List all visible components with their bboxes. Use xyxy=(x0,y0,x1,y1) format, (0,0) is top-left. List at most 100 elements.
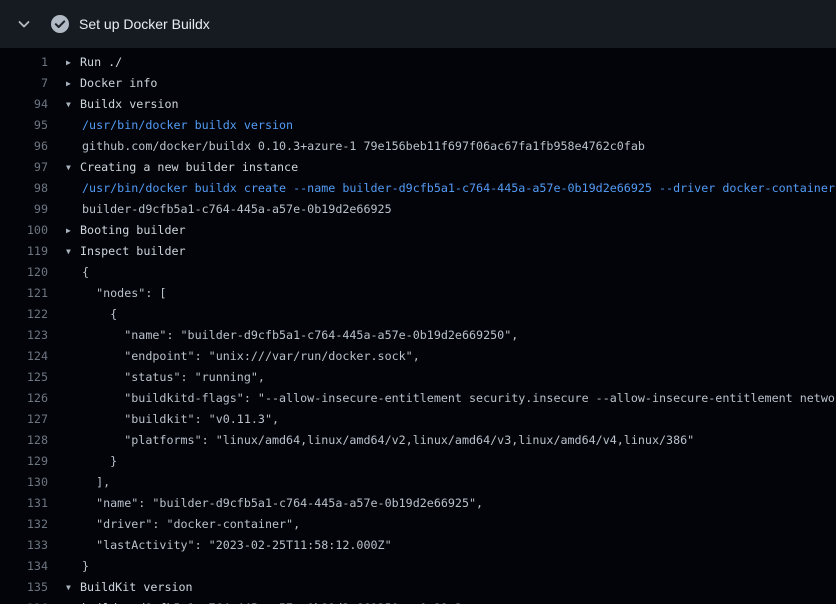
log-content: } xyxy=(66,451,117,472)
line-number-link[interactable]: 131 xyxy=(0,493,48,514)
log-content: "name": "builder-d9cfb5a1-c764-445a-a57e… xyxy=(66,493,483,514)
log-group-header[interactable]: ▶Run ./ xyxy=(66,52,122,73)
line-number-link[interactable]: 98 xyxy=(0,178,48,199)
log-command-text: /usr/bin/docker buildx version xyxy=(82,118,293,132)
step-title: Set up Docker Buildx xyxy=(79,16,210,32)
line-number-link[interactable]: 123 xyxy=(0,325,48,346)
log-viewer: 1▶Run ./7▶Docker info94▼Buildx version95… xyxy=(0,48,836,604)
log-output-text: "driver": "docker-container", xyxy=(82,517,300,531)
log-content: /usr/bin/docker buildx version xyxy=(66,115,293,136)
triangle-right-icon[interactable]: ▶ xyxy=(66,73,80,94)
log-output-text: } xyxy=(82,559,89,573)
log-line: 127 "buildkit": "v0.11.3", xyxy=(0,409,836,430)
log-group-header[interactable]: ▼Buildx version xyxy=(66,94,179,115)
line-number-link[interactable]: 120 xyxy=(0,262,48,283)
line-number-link[interactable]: 130 xyxy=(0,472,48,493)
log-content: "buildkitd-flags": "--allow-insecure-ent… xyxy=(66,388,836,409)
line-number-link[interactable]: 94 xyxy=(0,94,48,115)
triangle-down-icon[interactable]: ▼ xyxy=(66,157,80,178)
line-number-link[interactable]: 1 xyxy=(0,52,48,73)
log-line: 131 "name": "builder-d9cfb5a1-c764-445a-… xyxy=(0,493,836,514)
log-group-header[interactable]: ▶Docker info xyxy=(66,73,157,94)
log-content: { xyxy=(66,262,89,283)
log-content: } xyxy=(66,556,89,577)
log-output-text: "nodes": [ xyxy=(82,286,166,300)
line-number-link[interactable]: 122 xyxy=(0,304,48,325)
log-content: builder-d9cfb5a1-c764-445a-a57e-0b19d2e6… xyxy=(66,598,462,604)
triangle-right-icon[interactable]: ▶ xyxy=(66,220,80,241)
log-group-header[interactable]: ▼Creating a new builder instance xyxy=(66,157,298,178)
log-group-title: BuildKit version xyxy=(80,580,193,594)
log-group-title: Buildx version xyxy=(80,97,179,111)
log-group-header[interactable]: ▼BuildKit version xyxy=(66,577,193,598)
log-group-title: Docker info xyxy=(80,76,157,90)
log-line: 123 "name": "builder-d9cfb5a1-c764-445a-… xyxy=(0,325,836,346)
log-content: "platforms": "linux/amd64,linux/amd64/v2… xyxy=(66,430,694,451)
line-number-link[interactable]: 132 xyxy=(0,514,48,535)
line-number-link[interactable]: 124 xyxy=(0,346,48,367)
check-circle-icon xyxy=(50,14,70,34)
log-output-text: "buildkit": "v0.11.3", xyxy=(82,412,279,426)
log-group-title: Creating a new builder instance xyxy=(80,160,298,174)
log-content: "buildkit": "v0.11.3", xyxy=(66,409,279,430)
log-content: { xyxy=(66,304,117,325)
log-line: 97 ▼Creating a new builder instance xyxy=(0,157,836,178)
log-line: 99 builder-d9cfb5a1-c764-445a-a57e-0b19d2… xyxy=(0,199,836,220)
line-number-link[interactable]: 99 xyxy=(0,199,48,220)
line-number-link[interactable]: 134 xyxy=(0,556,48,577)
log-output-text: } xyxy=(82,454,117,468)
log-output-text: builder-d9cfb5a1-c764-445a-a57e-0b19d2e6… xyxy=(82,202,392,216)
triangle-down-icon[interactable]: ▼ xyxy=(66,577,80,598)
line-number-link[interactable]: 133 xyxy=(0,535,48,556)
log-command-text: /usr/bin/docker buildx create --name bui… xyxy=(82,181,835,195)
line-number-link[interactable]: 100 xyxy=(0,220,48,241)
line-number-link[interactable]: 95 xyxy=(0,115,48,136)
line-number-link[interactable]: 126 xyxy=(0,388,48,409)
log-output-text: "platforms": "linux/amd64,linux/amd64/v2… xyxy=(82,433,694,447)
line-number-link[interactable]: 127 xyxy=(0,409,48,430)
log-output-text: "name": "builder-d9cfb5a1-c764-445a-a57e… xyxy=(82,328,518,342)
triangle-down-icon[interactable]: ▼ xyxy=(66,241,80,262)
triangle-right-icon[interactable]: ▶ xyxy=(66,52,80,73)
log-group-title: Run ./ xyxy=(80,55,122,69)
line-number-link[interactable]: 128 xyxy=(0,430,48,451)
log-line: 1 ▶Run ./ xyxy=(0,52,836,73)
log-output-text: "endpoint": "unix:///var/run/docker.sock… xyxy=(82,349,420,363)
line-number-link[interactable]: 136 xyxy=(0,598,48,604)
log-output-text: "lastActivity": "2023-02-25T11:58:12.000… xyxy=(82,538,392,552)
log-line: 119 ▼Inspect builder xyxy=(0,241,836,262)
log-content: ], xyxy=(66,472,110,493)
line-number-link[interactable]: 135 xyxy=(0,577,48,598)
log-group-header[interactable]: ▶Booting builder xyxy=(66,220,186,241)
log-group-header[interactable]: ▼Inspect builder xyxy=(66,241,186,262)
log-line: 96 github.com/docker/buildx 0.10.3+azure-… xyxy=(0,136,836,157)
log-line: 126 "buildkitd-flags": "--allow-insecure… xyxy=(0,388,836,409)
line-number-link[interactable]: 7 xyxy=(0,73,48,94)
log-line: 100 ▶Booting builder xyxy=(0,220,836,241)
log-output-text: { xyxy=(82,265,89,279)
log-content: "lastActivity": "2023-02-25T11:58:12.000… xyxy=(66,535,392,556)
log-content: "name": "builder-d9cfb5a1-c764-445a-a57e… xyxy=(66,325,518,346)
log-line: 98/usr/bin/docker buildx create --name b… xyxy=(0,178,836,199)
line-number-link[interactable]: 125 xyxy=(0,367,48,388)
log-output-text: ], xyxy=(82,475,110,489)
log-line: 121 "nodes": [ xyxy=(0,283,836,304)
line-number-link[interactable]: 96 xyxy=(0,136,48,157)
chevron-down-icon-svg xyxy=(16,16,32,32)
chevron-down-icon[interactable] xyxy=(12,12,36,36)
log-content: github.com/docker/buildx 0.10.3+azure-1 … xyxy=(66,136,645,157)
log-line: 120 { xyxy=(0,262,836,283)
log-content: "status": "running", xyxy=(66,367,265,388)
step-header[interactable]: Set up Docker Buildx xyxy=(0,0,836,48)
log-line: 135 ▼BuildKit version xyxy=(0,577,836,598)
triangle-down-icon[interactable]: ▼ xyxy=(66,94,80,115)
log-line: 94 ▼Buildx version xyxy=(0,94,836,115)
line-number-link[interactable]: 129 xyxy=(0,451,48,472)
log-line: 128 "platforms": "linux/amd64,linux/amd6… xyxy=(0,430,836,451)
log-content: /usr/bin/docker buildx create --name bui… xyxy=(66,178,835,199)
log-group-title: Booting builder xyxy=(80,223,186,237)
line-number-link[interactable]: 97 xyxy=(0,157,48,178)
log-line: 129 } xyxy=(0,451,836,472)
line-number-link[interactable]: 119 xyxy=(0,241,48,262)
line-number-link[interactable]: 121 xyxy=(0,283,48,304)
